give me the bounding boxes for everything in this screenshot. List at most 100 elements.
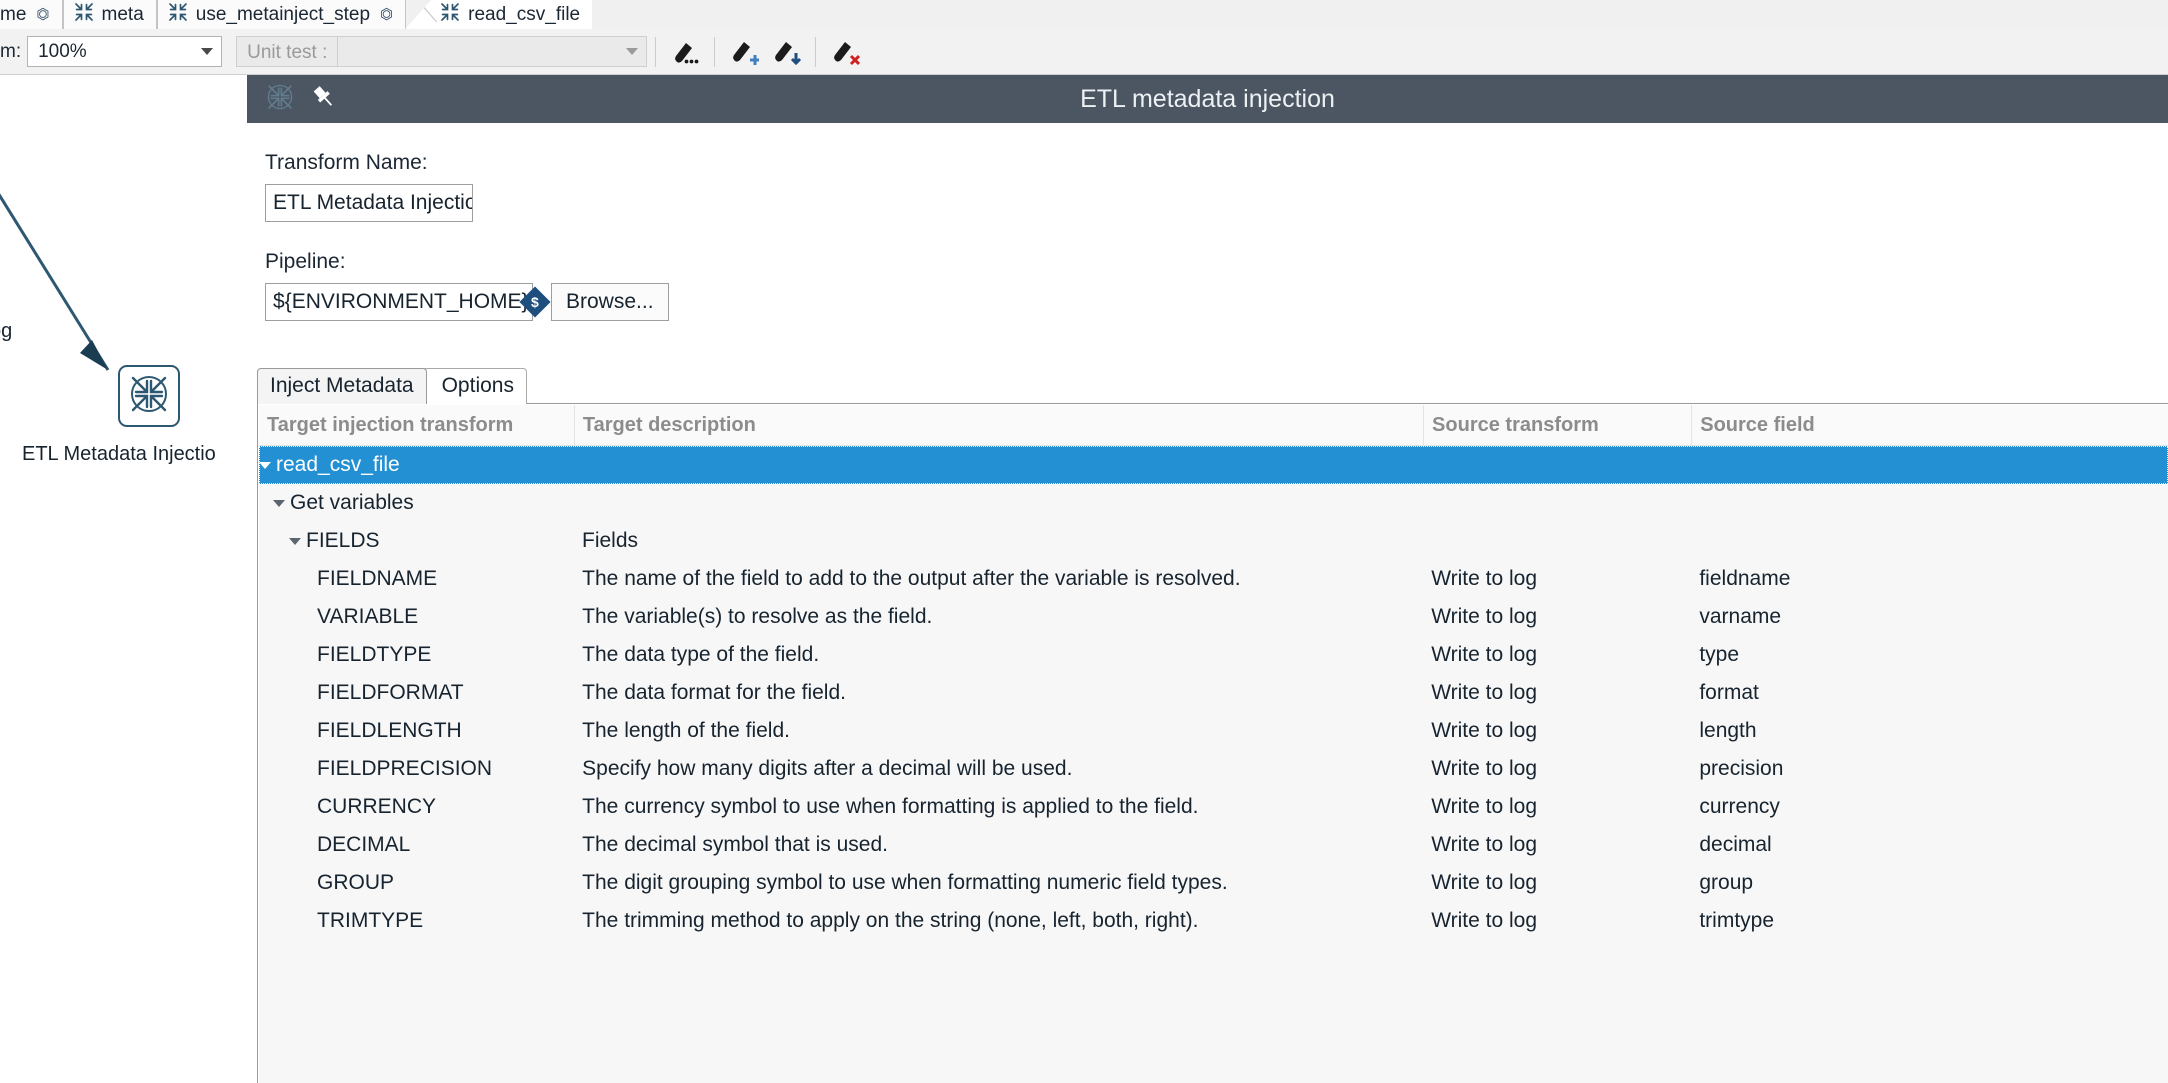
chevron-down-icon[interactable] xyxy=(289,538,301,545)
chevron-down-icon[interactable] xyxy=(201,48,213,55)
table-row[interactable]: FIELDTYPEThe data type of the field.Writ… xyxy=(259,636,2168,674)
cell-label: TRIMTYPE xyxy=(317,902,423,940)
cell-label: FIELDTYPE xyxy=(317,636,431,674)
cell-target-description: The currency symbol to use when formatti… xyxy=(574,788,1423,826)
table-row[interactable]: FIELDPRECISION Specify how many digits af… xyxy=(259,750,2168,788)
cell-source-transform: Write to log xyxy=(1423,826,1691,864)
cell-target-injection-transform: FIELDTYPE xyxy=(259,636,574,674)
dialog-tab-folder: Inject Metadata Options Target injection… xyxy=(257,368,2168,1083)
hop-arrow xyxy=(0,75,247,1083)
dialog-header: ETL metadata injection xyxy=(247,75,2168,123)
column-header-target-description[interactable]: Target description xyxy=(574,405,1423,445)
table-row[interactable]: read_csv_file xyxy=(259,446,2168,484)
table-row[interactable]: TRIMTYPE The trimming method to apply on … xyxy=(259,902,2168,940)
column-header-source-field[interactable]: Source field xyxy=(1691,405,2168,445)
test-tube-down-icon[interactable] xyxy=(765,33,807,71)
editor-tab-use-metainject-step[interactable]: use_metainject_step ⏣ xyxy=(157,0,406,29)
cell-target-description: The length of the field. xyxy=(574,712,1423,750)
editor-tab-meta[interactable]: meta xyxy=(63,0,157,29)
browse-button[interactable]: Browse... xyxy=(551,283,669,321)
cell-target-description: Fields xyxy=(574,522,1423,560)
metadata-injection-icon xyxy=(440,2,460,28)
table-row[interactable]: FIELDSFields xyxy=(259,522,2168,560)
cell-label: Get variables xyxy=(290,484,414,522)
editor-tab-me[interactable]: me ⏣ xyxy=(0,0,63,29)
cell-source-transform: Write to log xyxy=(1423,560,1691,598)
hop-source-label: og xyxy=(0,320,12,343)
canvas-node-etl-metadata-injection[interactable] xyxy=(118,365,180,427)
editor-tab-read-csv-file[interactable]: read_csv_file xyxy=(405,0,592,29)
cell-source-field: group xyxy=(1691,864,2168,902)
table-row[interactable]: GROUPThe digit grouping symbol to use wh… xyxy=(259,864,2168,902)
pipeline-label: Pipeline: xyxy=(265,250,2168,274)
cell-label: CURRENCY xyxy=(317,788,436,826)
cell-target-injection-transform: FIELDFORMAT xyxy=(259,674,574,712)
test-tube-delete-icon[interactable] xyxy=(824,33,866,71)
tab-inject-metadata[interactable]: Inject Metadata xyxy=(257,368,427,404)
cell-source-field: fieldname xyxy=(1691,560,2168,598)
dialog-title: ETL metadata injection xyxy=(247,75,2168,123)
dialog-form: Transform Name: ETL Metadata Injection P… xyxy=(247,151,2168,321)
column-header-target-injection-transform[interactable]: Target injection transform xyxy=(259,405,574,445)
table-row[interactable]: CURRENCY The currency symbol to use when … xyxy=(259,788,2168,826)
table-row[interactable]: DECIMAL The decimal symbol that is used.W… xyxy=(259,826,2168,864)
zoom-label: m: xyxy=(0,41,27,63)
cell-target-description: The name of the field to add to the outp… xyxy=(574,560,1423,598)
close-icon[interactable]: ⏣ xyxy=(36,7,49,22)
zoom-combo[interactable]: 100% xyxy=(27,36,222,67)
cell-label: FIELDNAME xyxy=(317,560,437,598)
close-icon[interactable]: ⏣ xyxy=(380,7,393,22)
cell-label: read_csv_file xyxy=(276,446,400,484)
table-row[interactable]: FIELDFORMATThe data format for the field… xyxy=(259,674,2168,712)
cell-target-description: The digit grouping symbol to use when fo… xyxy=(574,864,1423,902)
cell-target-injection-transform: VARIABLE xyxy=(259,598,574,636)
metadata-injection-icon xyxy=(74,2,94,28)
cell-target-description: The trimming method to apply on the stri… xyxy=(574,902,1423,940)
table-row[interactable]: VARIABLEThe variable(s) to resolve as th… xyxy=(259,598,2168,636)
cell-source-transform: Write to log xyxy=(1423,712,1691,750)
cell-source-field: format xyxy=(1691,674,2168,712)
table-row[interactable]: FIELDLENGTH The length of the field.Write… xyxy=(259,712,2168,750)
unit-test-combo[interactable] xyxy=(337,36,647,67)
cell-source-field: type xyxy=(1691,636,2168,674)
etl-metadata-injection-dialog: ETL metadata injection Transform Name: E… xyxy=(247,75,2168,1083)
pipeline-canvas[interactable]: og ETL Metadata Injectio xyxy=(0,75,248,1083)
cell-target-description: The data format for the field. xyxy=(574,674,1423,712)
cell-label: FIELDLENGTH xyxy=(317,712,462,750)
injection-mapping-table: Target injection transform Target descri… xyxy=(259,405,2168,1083)
cell-source-transform xyxy=(1423,522,1691,560)
chevron-down-icon[interactable] xyxy=(273,500,285,507)
cell-target-description: The decimal symbol that is used. xyxy=(574,826,1423,864)
cell-target-injection-transform: FIELDS xyxy=(259,522,574,560)
cell-target-injection-transform: Get variables xyxy=(259,484,574,522)
cell-source-transform: Write to log xyxy=(1423,598,1691,636)
cell-target-injection-transform: FIELDPRECISION xyxy=(259,750,574,788)
table-row[interactable]: Get variables xyxy=(259,484,2168,522)
unit-test-label: Unit test : xyxy=(236,36,337,67)
cell-target-description xyxy=(574,484,1423,522)
tab-body: Target injection transform Target descri… xyxy=(257,403,2168,1083)
pipeline-input[interactable]: ${ENVIRONMENT_HOME}/me xyxy=(265,283,533,321)
application-window: me ⏣ meta use_metainject_s xyxy=(0,0,2168,1083)
cell-label: FIELDPRECISION xyxy=(317,750,492,788)
chevron-down-icon[interactable] xyxy=(626,48,638,55)
cell-target-description: The data type of the field. xyxy=(574,636,1423,674)
column-header-source-transform[interactable]: Source transform xyxy=(1423,405,1691,445)
chevron-down-icon[interactable] xyxy=(259,462,271,469)
cell-target-description xyxy=(574,446,1423,484)
table-row[interactable]: FIELDNAME The name of the field to add to… xyxy=(259,560,2168,598)
cell-source-field: trimtype xyxy=(1691,902,2168,940)
test-tube-dots-icon[interactable] xyxy=(664,33,706,71)
cell-target-injection-transform: CURRENCY xyxy=(259,788,574,826)
cell-target-description: Specify how many digits after a decimal … xyxy=(574,750,1423,788)
pipeline-toolbar: m: 100% Unit test : xyxy=(0,29,2168,75)
toolbar-separator xyxy=(714,37,715,67)
test-tube-plus-icon[interactable] xyxy=(723,33,765,71)
tab-options[interactable]: Options xyxy=(419,368,527,404)
cell-source-field: varname xyxy=(1691,598,2168,636)
transform-name-input[interactable]: ETL Metadata Injection xyxy=(265,184,473,222)
cell-source-field: precision xyxy=(1691,750,2168,788)
cell-label: DECIMAL xyxy=(317,826,410,864)
cell-source-field: decimal xyxy=(1691,826,2168,864)
tab-row: Inject Metadata Options xyxy=(257,368,2168,404)
